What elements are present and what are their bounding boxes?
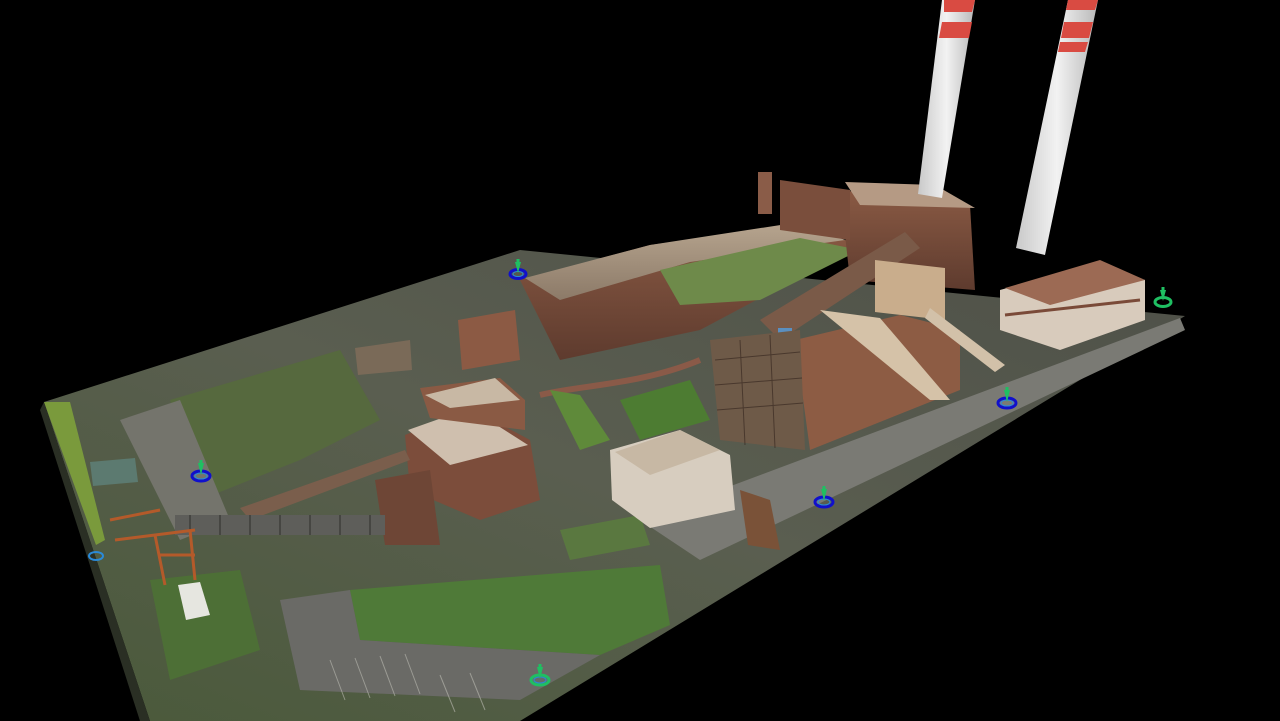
point-cloud-viewport[interactable] [0, 0, 1280, 721]
camera-station-pin-icon[interactable] [1153, 287, 1173, 308]
point-cloud-scene[interactable] [0, 0, 1280, 721]
